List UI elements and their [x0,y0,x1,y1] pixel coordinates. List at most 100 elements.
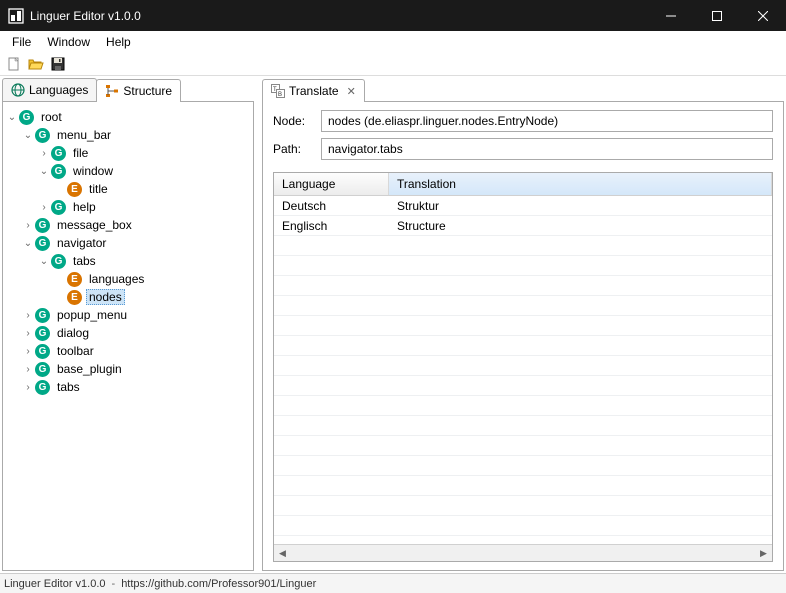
cell-language[interactable]: Deutsch [274,199,389,213]
close-icon[interactable]: ✕ [347,85,356,98]
tree-node[interactable]: ›Gdialog [5,324,251,342]
tree-twisty[interactable]: › [21,382,35,393]
tab-languages[interactable]: Languages [2,78,97,101]
open-button[interactable] [26,54,46,74]
tree-node[interactable]: ⌄Groot [5,108,251,126]
cell-translation[interactable]: Struktur [389,199,772,213]
table-body[interactable]: DeutschStrukturEnglischStructure [274,196,772,544]
tree-node-label[interactable]: dialog [54,326,92,340]
cell-language[interactable]: Englisch [274,219,389,233]
group-node-icon: G [35,326,50,341]
tab-structure-label: Structure [123,84,172,98]
tree-node[interactable]: Etitle [5,180,251,198]
tree-node-label[interactable]: base_plugin [54,362,125,376]
tree-node-label[interactable]: help [70,200,99,214]
tab-translate-label: Translate [289,84,339,98]
tree-twisty[interactable]: ⌄ [37,256,51,267]
tree-node-label[interactable]: tabs [54,380,83,394]
new-button[interactable] [4,54,24,74]
table-row[interactable]: DeutschStruktur [274,196,772,216]
tree-node[interactable]: ›Gbase_plugin [5,360,251,378]
tree-node[interactable]: ›Gmessage_box [5,216,251,234]
save-button[interactable] [48,54,68,74]
tree-node[interactable]: ⌄Gtabs [5,252,251,270]
menubar: File Window Help [0,31,786,52]
tab-translate[interactable]: TB Translate ✕ [262,79,365,102]
tree-node-label[interactable]: languages [86,272,147,286]
maximize-button[interactable] [694,0,740,31]
cell-translation[interactable]: Structure [389,219,772,233]
tree-twisty[interactable]: ⌄ [5,112,19,123]
tree-node-label[interactable]: root [38,110,65,124]
tree-twisty[interactable]: › [21,346,35,357]
col-language[interactable]: Language [274,173,389,195]
globe-icon [11,83,25,97]
tree-node-label[interactable]: navigator [54,236,109,250]
col-translation[interactable]: Translation [389,173,772,195]
tree-twisty[interactable]: ⌄ [37,166,51,177]
right-panel: TB Translate ✕ Node: nodes (de.eliaspr.l… [258,76,786,573]
minimize-button[interactable] [648,0,694,31]
tree-node[interactable]: ⌄Gmenu_bar [5,126,251,144]
tree-node[interactable]: ›Gtoolbar [5,342,251,360]
tree-node-label[interactable]: menu_bar [54,128,114,142]
node-value[interactable]: nodes (de.eliaspr.linguer.nodes.EntryNod… [321,110,773,132]
tree-twisty[interactable]: › [21,364,35,375]
tree-node[interactable]: ⌄Gnavigator [5,234,251,252]
left-tabs: Languages Structure [2,78,254,102]
group-node-icon: G [35,308,50,323]
tree-node-label[interactable]: window [70,164,116,178]
window-title: Linguer Editor v1.0.0 [30,9,648,23]
tree-icon [105,84,119,98]
tree-twisty[interactable]: ⌄ [21,238,35,249]
tree-node[interactable]: ›Gtabs [5,378,251,396]
tree-twisty[interactable]: › [21,328,35,339]
tree-node-label[interactable]: file [70,146,91,160]
group-node-icon: G [51,146,66,161]
menu-help[interactable]: Help [98,33,139,51]
tree-node[interactable]: ›Gfile [5,144,251,162]
status-sep: - [112,578,116,590]
scroll-right-arrow[interactable]: ▶ [755,545,772,562]
menu-file[interactable]: File [4,33,39,51]
translations-table: Language Translation DeutschStrukturEngl… [273,172,773,562]
titlebar: Linguer Editor v1.0.0 [0,0,786,31]
entry-node-icon: E [67,182,82,197]
group-node-icon: G [35,362,50,377]
tab-structure[interactable]: Structure [96,79,181,102]
tree-node[interactable]: ›Gpopup_menu [5,306,251,324]
structure-tree[interactable]: ⌄Groot⌄Gmenu_bar›Gfile⌄GwindowEtitle›Ghe… [2,102,254,571]
status-url: https://github.com/Professor901/Linguer [121,578,316,590]
entry-node-icon: E [67,272,82,287]
tree-node[interactable]: ⌄Gwindow [5,162,251,180]
tree-node-label[interactable]: title [86,182,111,196]
left-panel: Languages Structure ⌄Groot⌄Gmenu_bar›Gfi… [0,76,258,573]
tree-node[interactable]: Enodes [5,288,251,306]
status-app: Linguer Editor v1.0.0 [4,578,106,590]
close-button[interactable] [740,0,786,31]
tree-twisty[interactable]: ⌄ [21,130,35,141]
tree-node-label[interactable]: popup_menu [54,308,130,322]
table-row[interactable]: EnglischStructure [274,216,772,236]
group-node-icon: G [35,380,50,395]
tree-node[interactable]: ›Ghelp [5,198,251,216]
node-label: Node: [273,114,313,128]
horizontal-scrollbar[interactable]: ◀ ▶ [274,544,772,561]
tree-node-label[interactable]: toolbar [54,344,97,358]
app-icon [8,8,24,24]
tab-languages-label: Languages [29,83,88,97]
tree-twisty[interactable]: › [21,310,35,321]
tree-twisty[interactable]: › [21,220,35,231]
menu-window[interactable]: Window [39,33,98,51]
tree-node-label[interactable]: tabs [70,254,99,268]
toolbar [0,52,786,76]
tree-node[interactable]: Elanguages [5,270,251,288]
group-node-icon: G [35,218,50,233]
path-value[interactable]: navigator.tabs [321,138,773,160]
tree-node-label[interactable]: message_box [54,218,135,232]
tree-twisty[interactable]: › [37,148,51,159]
tree-twisty[interactable]: › [37,202,51,213]
path-label: Path: [273,142,313,156]
tree-node-label[interactable]: nodes [86,289,125,305]
scroll-left-arrow[interactable]: ◀ [274,545,291,562]
